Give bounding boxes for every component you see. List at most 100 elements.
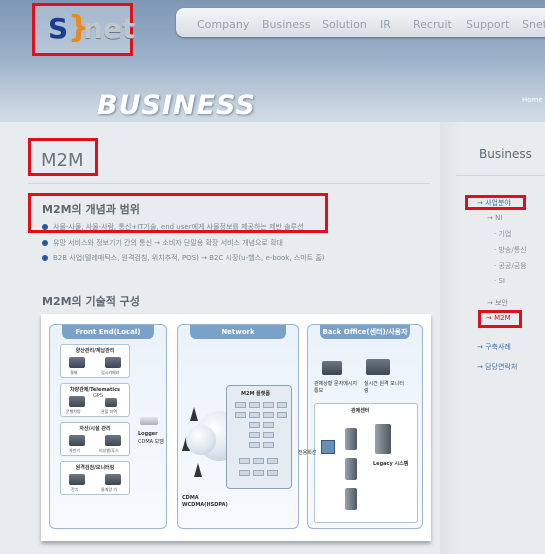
- box-label: 차량관제/Telematics: [69, 387, 121, 393]
- platform-module: [267, 470, 278, 476]
- logger-label: Logger: [138, 431, 158, 437]
- box-label: 양산관리/계납관리: [75, 348, 115, 354]
- panel-network: Network M2M 플랫폼 CDMA WCDMA(HSDPA): [177, 324, 299, 529]
- bullet-text: 사물-사물, 사물-사람, 통신+IT기술, end user에게 사물정보를 …: [53, 223, 304, 231]
- caption-area: 관할 지역: [101, 409, 117, 414]
- payment-terminal-icon: [69, 357, 85, 368]
- sidebar-item-si[interactable]: · SI: [494, 277, 505, 285]
- control-center-box: 관제센터 Legacy 시스템: [314, 403, 418, 523]
- water-meter-icon: [105, 474, 121, 485]
- power-meter-icon: [69, 474, 85, 485]
- caption-bell: 비상벨/푸스: [99, 448, 119, 453]
- bullet-item: 유망 서비스와 정보기기 간의 통신 → 소비자 단말용 확장 서비스 개념으로…: [42, 238, 283, 248]
- bullet-icon: [42, 240, 48, 246]
- sidebar-item-security[interactable]: → 보안: [487, 298, 508, 308]
- platform-module: [277, 402, 287, 408]
- sidebar-item-contacts[interactable]: → 담당연락처: [477, 362, 517, 372]
- nav-recruit[interactable]: Recruit: [413, 18, 452, 31]
- platform-module: [263, 412, 274, 418]
- platform-module: [249, 412, 260, 418]
- caption-camera: 검시카메라: [101, 370, 120, 375]
- platform-module: [235, 412, 246, 418]
- platform-title: M2M 플랫폼: [241, 391, 270, 397]
- sidebar-item-business-area[interactable]: → 사업분야: [477, 198, 511, 208]
- box-label: 자산/시설 관리: [79, 426, 111, 432]
- breadcrumb[interactable]: Home >: [522, 96, 545, 104]
- m2m-platform: M2M 플랫폼: [226, 385, 292, 489]
- network-cloud: [186, 425, 216, 455]
- caption-water: 물계량 기: [101, 487, 117, 492]
- sidebar-item-ni[interactable]: → NI: [487, 214, 502, 222]
- bullet-text: B2B 사업(텔레매틱스, 원격검침, 위치추적, POS) → B2C 시장(…: [53, 254, 325, 262]
- bullet-icon: [42, 255, 48, 261]
- bullet-item: B2B 사업(텔레매틱스, 원격검침, 위치추적, POS) → B2C 시장(…: [42, 253, 325, 263]
- legacy-server-icon: [375, 424, 391, 454]
- control-center-label: 관제센터: [351, 408, 370, 414]
- platform-module: [263, 442, 274, 448]
- nav-business[interactable]: Business: [262, 18, 311, 31]
- wcdma-label: WCDMA(HSDPA): [182, 502, 228, 508]
- section-title-concept: M2M의 개념과 범위: [42, 203, 140, 216]
- platform-module: [249, 402, 260, 408]
- panel-back-office-title: Back Office(센터)/사용자: [320, 325, 410, 339]
- user-sms-label: 관제상황 문자메시지 통보: [314, 381, 357, 394]
- caption-power: 전기: [71, 487, 79, 492]
- caption-vending: 자판기: [69, 448, 81, 453]
- antenna-tower-icon: [194, 463, 202, 477]
- header-banner: S } net Company Business Solution IR Rec…: [0, 0, 545, 122]
- platform-module: [235, 402, 246, 408]
- bullet-text: 유망 서비스와 정보기기 간의 통신 → 소비자 단말용 확장 서비스 개념으로…: [53, 239, 283, 247]
- user-monitor-label: 실시간 원격 모니터링: [364, 381, 404, 394]
- bullet-item: 사물-사물, 사물-사람, 통신+IT기술, end user에게 사물정보를 …: [42, 222, 304, 232]
- logo-text-net: net: [83, 12, 136, 45]
- box-sales-management: 양산관리/계납관리 결제 검시카메라: [60, 344, 130, 378]
- panel-front-end: Front End(Local) 양산관리/계납관리 결제 검시카메라 차량관제…: [49, 324, 167, 529]
- camera-icon: [105, 357, 121, 368]
- vehicle-icon: [69, 396, 85, 407]
- page: S } net Company Business Solution IR Rec…: [0, 0, 545, 554]
- box-label: 원격검침/모니터링: [75, 465, 115, 471]
- platform-module: [263, 432, 274, 438]
- link-label: 전용회선: [298, 450, 317, 456]
- sidebar-divider: [456, 175, 545, 176]
- platform-module: [239, 470, 250, 476]
- monitor-icon: [366, 359, 390, 375]
- sidebar-item-broadcast[interactable]: · 방송/통신: [494, 245, 527, 255]
- platform-module: [277, 412, 287, 418]
- platform-module: [263, 402, 274, 408]
- panel-front-end-title: Front End(Local): [62, 325, 154, 339]
- modem-label: CDMA 모뎀: [138, 439, 164, 445]
- sidebar-item-cases[interactable]: → 구축사례: [477, 342, 511, 352]
- sidebar-item-enterprise[interactable]: · 기업: [494, 229, 511, 239]
- panel-network-title: Network: [190, 325, 286, 339]
- sidebar-item-public-finance[interactable]: · 공공/금융: [494, 261, 527, 271]
- box-remote-metering: 원격검침/모니터링 전기 물계량 기: [60, 461, 130, 495]
- vending-machine-icon: [69, 435, 85, 446]
- hero-title: BUSINESS: [97, 90, 256, 121]
- platform-module: [263, 422, 274, 428]
- top-nav: Company Business Solution IR Recruit Sup…: [176, 8, 545, 37]
- logo-letter-s: S: [48, 12, 69, 45]
- sidebar: [440, 122, 545, 554]
- nav-solution[interactable]: Solution: [322, 18, 367, 31]
- server-icon: [345, 428, 357, 450]
- switch-icon: [321, 440, 335, 454]
- nav-company[interactable]: Company: [197, 18, 249, 31]
- section-title-tech: M2M의 기술적 구성: [42, 295, 140, 308]
- nav-ir[interactable]: IR: [380, 18, 391, 31]
- logo[interactable]: S } net: [32, 3, 136, 56]
- gps-device-icon: [105, 398, 117, 407]
- platform-module: [239, 458, 250, 464]
- platform-module: [267, 458, 278, 464]
- platform-module: [249, 432, 260, 438]
- sidebar-item-m2m[interactable]: → M2M: [486, 314, 511, 322]
- gps-label: GPS: [93, 393, 104, 399]
- antenna-tower-icon: [190, 407, 198, 421]
- cdma-label: CDMA: [182, 495, 199, 501]
- bullet-icon: [42, 224, 48, 230]
- page-title: M2M: [41, 150, 84, 171]
- platform-module: [249, 442, 260, 448]
- nav-support[interactable]: Support: [466, 18, 509, 31]
- platform-module: [253, 470, 264, 476]
- nav-snet[interactable]: Snet: [522, 18, 545, 31]
